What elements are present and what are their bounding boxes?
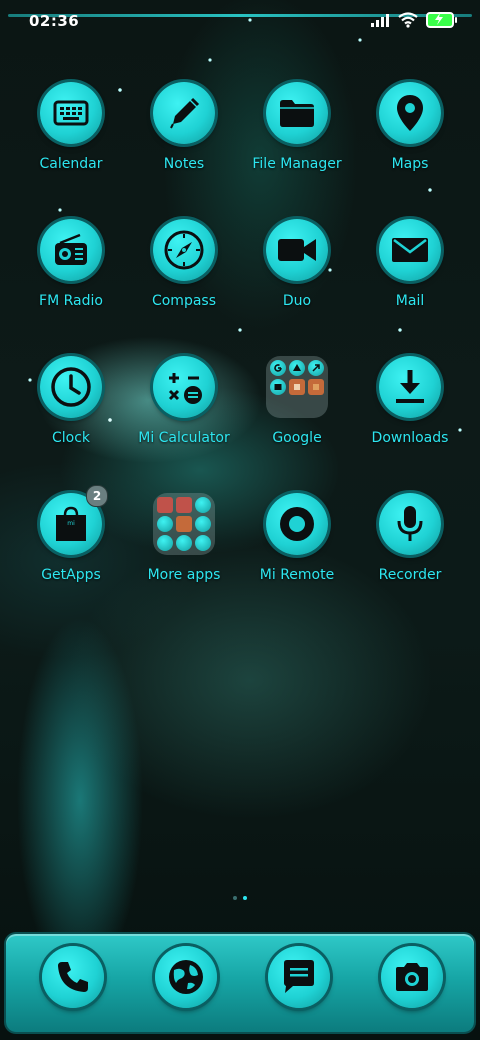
app-label: Compass [151,293,217,309]
app-label: Notes [163,156,205,172]
shopping-bag-icon: mi 2 [40,485,108,555]
page-dot-active[interactable] [243,896,247,900]
app-label: Calendar [39,156,103,172]
app-label: FM Radio [39,293,103,309]
folder-app-icon [157,516,173,532]
app-mi-calculator[interactable]: Mi Calculator [128,356,240,476]
keyboard-icon [40,82,102,144]
app-label: More apps [147,567,221,583]
app-label: Google [272,430,322,446]
folder-slot [289,398,305,414]
app-label: Mail [395,293,425,309]
folder-google[interactable]: Google [241,356,353,476]
wifi-icon [398,12,418,28]
app-downloads[interactable]: Downloads [354,356,466,476]
app-label: Mi Remote [259,567,335,583]
photos-app-icon [289,379,305,395]
folder-slot [308,398,324,414]
folder-icon [266,356,328,418]
folder-icon [153,493,215,555]
remote-icon [266,493,328,555]
status-time: 02:36 [29,12,80,30]
app-file-manager[interactable]: File Manager [241,82,353,202]
play-app-icon [308,379,324,395]
download-icon [379,356,441,418]
map-pin-icon [379,82,441,144]
folder-app-icon [176,497,192,513]
battery-charging-icon [426,12,457,28]
svg-text:mi: mi [67,520,75,527]
app-label: GetApps [41,567,101,583]
google-app-icon [270,360,286,376]
page-dot[interactable] [233,896,237,900]
app-label: Recorder [378,567,442,583]
folder-app-icon [176,516,192,532]
dock-browser[interactable] [155,946,217,1008]
status-bar: 02:36 [0,0,480,46]
pen-icon [153,82,215,144]
folder-app-icon [157,497,173,513]
app-notes[interactable]: Notes [128,82,240,202]
message-icon [284,960,314,993]
app-mi-remote[interactable]: Mi Remote [241,493,353,613]
app-fm-radio[interactable]: FM Radio [15,219,127,339]
folder-app-icon [176,535,192,551]
app-clock[interactable]: Clock [15,356,127,476]
app-label: Duo [282,293,312,309]
folder-icon [266,82,328,144]
app-mail[interactable]: Mail [354,219,466,339]
movies-app-icon [270,379,286,395]
app-recorder[interactable]: Recorder [354,493,466,613]
compass-icon [153,219,215,281]
folder-app-icon [195,497,211,513]
app-calendar[interactable]: Calendar [15,82,127,202]
app-compass[interactable]: Compass [128,219,240,339]
camera-icon [396,963,428,991]
app-label: Maps [391,156,429,172]
folder-more-apps[interactable]: More apps [128,493,240,613]
folder-app-icon [195,516,211,532]
folder-app-icon [157,535,173,551]
app-duo[interactable]: Duo [241,219,353,339]
dock-phone[interactable] [42,946,104,1008]
app-maps[interactable]: Maps [354,82,466,202]
dock-camera[interactable] [381,946,443,1008]
app-getapps[interactable]: mi 2 GetApps [15,485,127,613]
drive-app-icon [289,360,305,376]
folder-app-icon [195,535,211,551]
microphone-icon [379,493,441,555]
dock [6,934,474,1032]
envelope-icon [379,219,441,281]
dock-messages[interactable] [268,946,330,1008]
calculator-icon [153,356,215,418]
app-label: File Manager [252,156,342,172]
globe-icon [169,960,203,994]
page-indicator [0,896,480,900]
radio-icon [40,219,102,281]
clock-icon [40,356,102,418]
app-label: Mi Calculator [138,430,230,446]
status-icons [370,12,457,28]
folder-slot [270,398,286,414]
notification-badge: 2 [86,485,108,507]
video-camera-icon [266,219,328,281]
app-label: Clock [51,430,91,446]
signal-icon [371,14,389,27]
app-label: Downloads [371,430,449,446]
phone-icon [58,962,88,992]
assistant-app-icon [308,360,324,376]
